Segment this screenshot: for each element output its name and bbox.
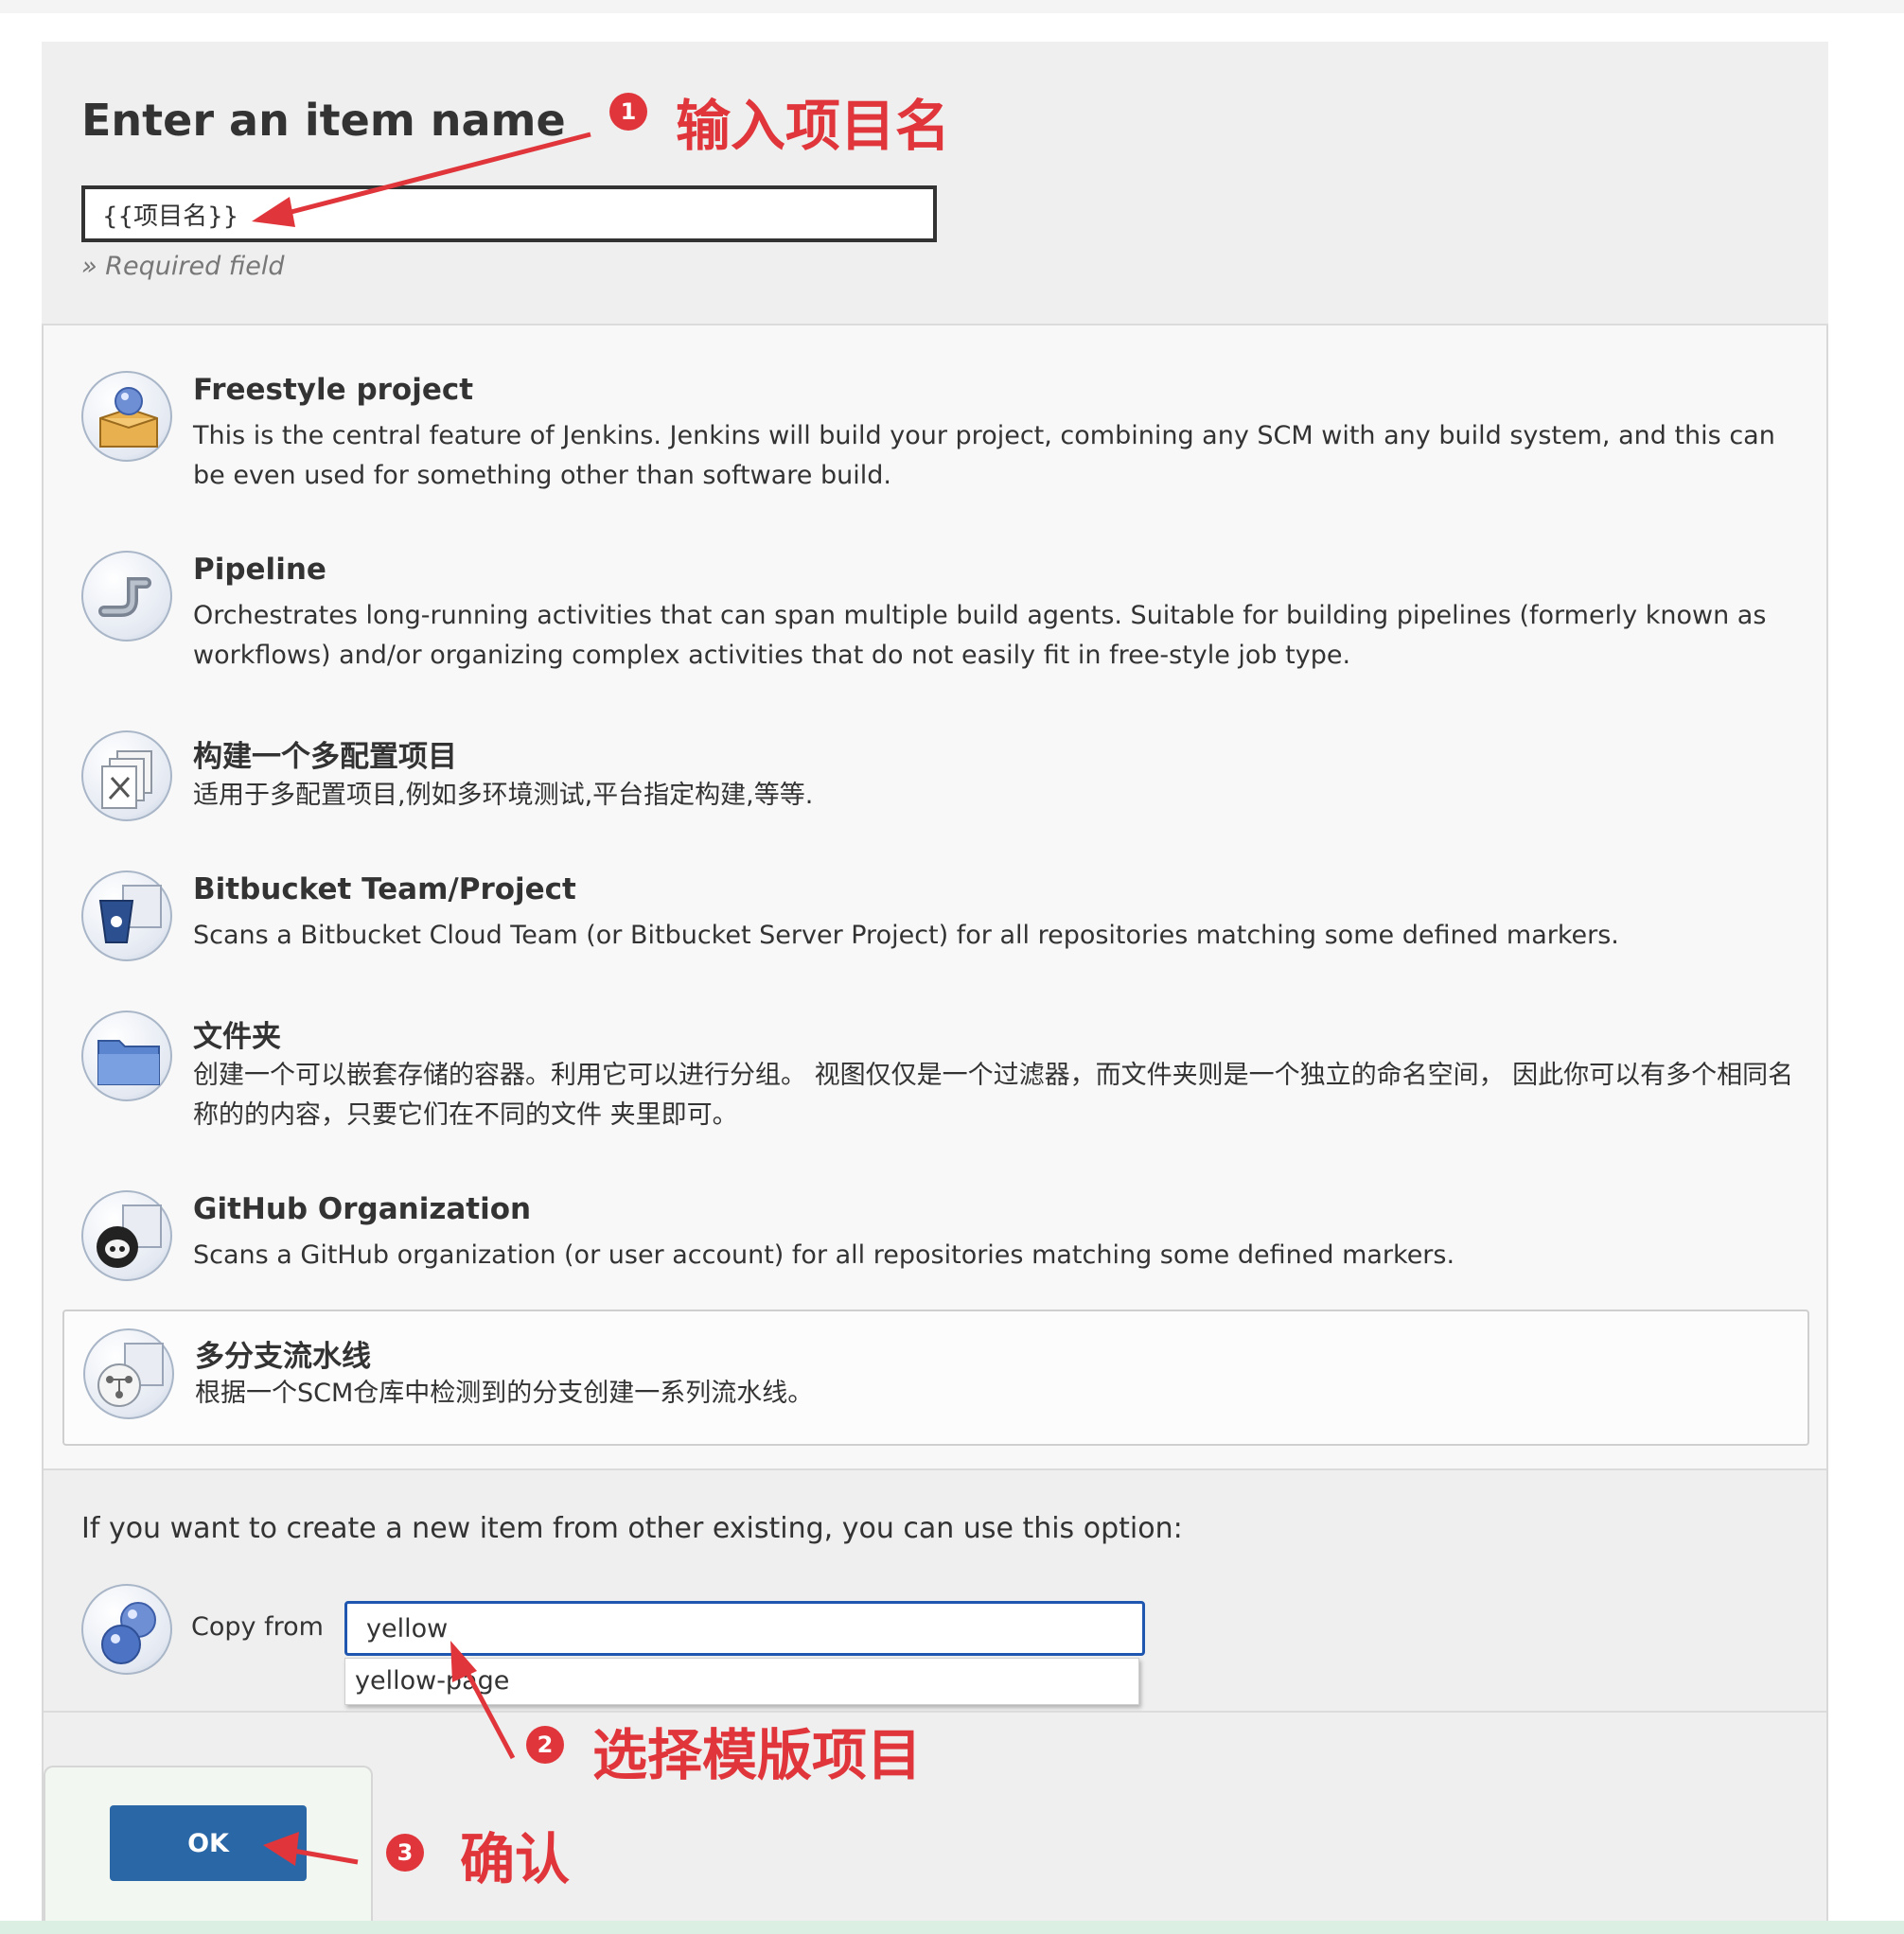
annotation-arrow-2: [463, 1667, 516, 1760]
annotation-arrow-3: [292, 1848, 359, 1865]
annotation-arrowhead-3: [263, 1832, 299, 1866]
annotation-text-1: 输入项目名: [676, 94, 951, 158]
annotation-number-1: 1: [609, 93, 647, 131]
annotation-text-3: 确认: [460, 1827, 571, 1891]
annotation-number-2: 2: [526, 1726, 564, 1764]
annotation-arrowhead-1: [252, 197, 295, 227]
annotation-arrows: [252, 132, 591, 1866]
annotation-text-2: 选择模版项目: [592, 1723, 923, 1787]
annotation-arrow-1: [283, 132, 591, 217]
annotation-arrowhead-2: [450, 1641, 477, 1682]
annotation-number-3: 3: [386, 1834, 424, 1872]
